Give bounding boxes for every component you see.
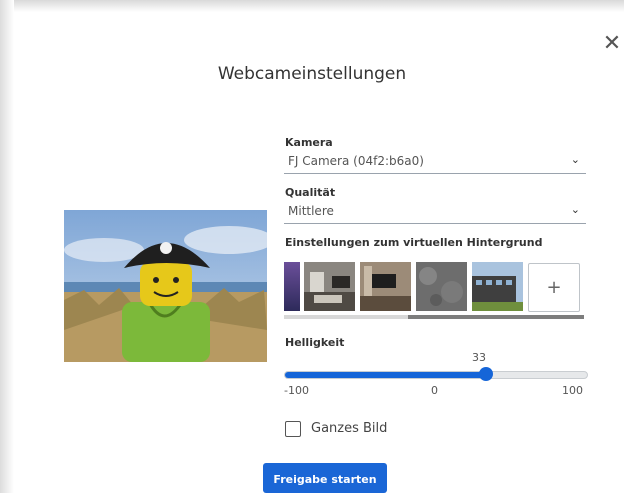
full-image-checkbox[interactable] bbox=[285, 421, 301, 437]
full-image-label: Ganzes Bild bbox=[311, 421, 388, 436]
background-thumbnail-purple[interactable] bbox=[284, 262, 300, 311]
brightness-slider[interactable] bbox=[284, 367, 588, 381]
webcam-preview-image bbox=[64, 210, 267, 362]
chevron-down-icon: ⌄ bbox=[570, 153, 580, 166]
dialog-title: Webcameinstellungen bbox=[217, 64, 407, 84]
webcam-preview bbox=[64, 210, 267, 362]
background-strip-scrollbar[interactable] bbox=[284, 315, 584, 319]
scrollbar-thumb[interactable] bbox=[408, 315, 584, 319]
camera-select-value: FJ Camera (04f2:b6a0) bbox=[288, 154, 424, 168]
slider-min-label: -100 bbox=[284, 384, 309, 397]
slider-fill bbox=[285, 372, 486, 378]
slider-knob[interactable] bbox=[478, 367, 493, 381]
start-sharing-button[interactable]: Freigabe starten bbox=[263, 463, 387, 493]
brightness-label: Helligkeit bbox=[285, 336, 345, 349]
chevron-down-icon: ⌄ bbox=[570, 203, 580, 216]
camera-select[interactable]: FJ Camera (04f2:b6a0) ⌄ bbox=[284, 151, 586, 174]
brightness-value: 33 bbox=[472, 351, 486, 364]
background-thumbnail-living-room[interactable] bbox=[304, 262, 355, 311]
background-thumbnail-gray-texture[interactable] bbox=[416, 262, 467, 311]
quality-select-value: Mittlere bbox=[288, 204, 334, 218]
add-background-button[interactable]: + bbox=[528, 263, 580, 312]
virtual-background-strip: + bbox=[284, 262, 584, 312]
background-thumbnail-tv-room[interactable] bbox=[360, 262, 411, 311]
background-thumbnail-building[interactable] bbox=[472, 262, 523, 311]
virtual-background-label: Einstellungen zum virtuellen Hintergrund bbox=[285, 236, 543, 249]
window-top-edge bbox=[0, 0, 624, 12]
quality-label: Qualität bbox=[285, 186, 336, 199]
close-icon[interactable]: ✕ bbox=[601, 33, 623, 55]
quality-select[interactable]: Mittlere ⌄ bbox=[284, 201, 586, 224]
slider-max-label: 100 bbox=[562, 384, 583, 397]
slider-mid-label: 0 bbox=[431, 384, 438, 397]
camera-label: Kamera bbox=[285, 136, 333, 149]
